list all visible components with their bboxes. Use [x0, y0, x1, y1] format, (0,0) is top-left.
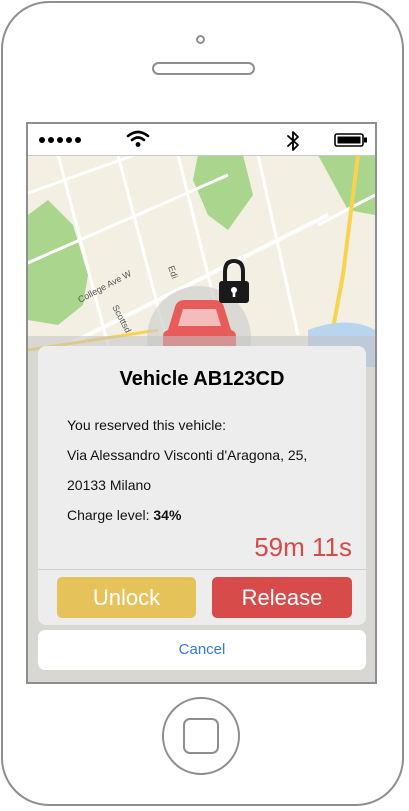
battery-icon — [334, 133, 367, 147]
signal-dots-icon — [39, 137, 81, 143]
status-bar — [28, 124, 375, 156]
home-button-icon — [183, 718, 219, 754]
bluetooth-icon — [287, 131, 299, 151]
dialog-title: Vehicle AB123CD — [119, 368, 285, 390]
front-camera — [196, 35, 205, 44]
earpiece-speaker — [152, 62, 255, 75]
cancel-sheet: Cancel — [38, 630, 366, 670]
unlock-button[interactable]: Unlock — [57, 577, 196, 618]
address-line-1: Via Alessandro Visconti d'Aragona, 25, — [67, 447, 308, 463]
charge-label: Charge level: — [67, 507, 150, 523]
vehicle-dialog: Vehicle AB123CD You reserved this vehicl… — [38, 346, 366, 625]
cancel-button[interactable]: Cancel — [38, 630, 366, 670]
wifi-icon — [126, 130, 150, 147]
reservation-timer: 59m 11s — [254, 532, 352, 562]
divider — [38, 569, 366, 570]
reserved-text: You reserved this vehicle: — [67, 417, 227, 433]
address-line-2: 20133 Milano — [67, 477, 152, 493]
charge-value: 34% — [153, 507, 182, 523]
app-screen: College Ave W Scottsd Edi Vehicle AB123C… — [26, 122, 377, 684]
release-button[interactable]: Release — [212, 577, 352, 618]
charge-level: Charge level: 34% — [67, 507, 181, 523]
